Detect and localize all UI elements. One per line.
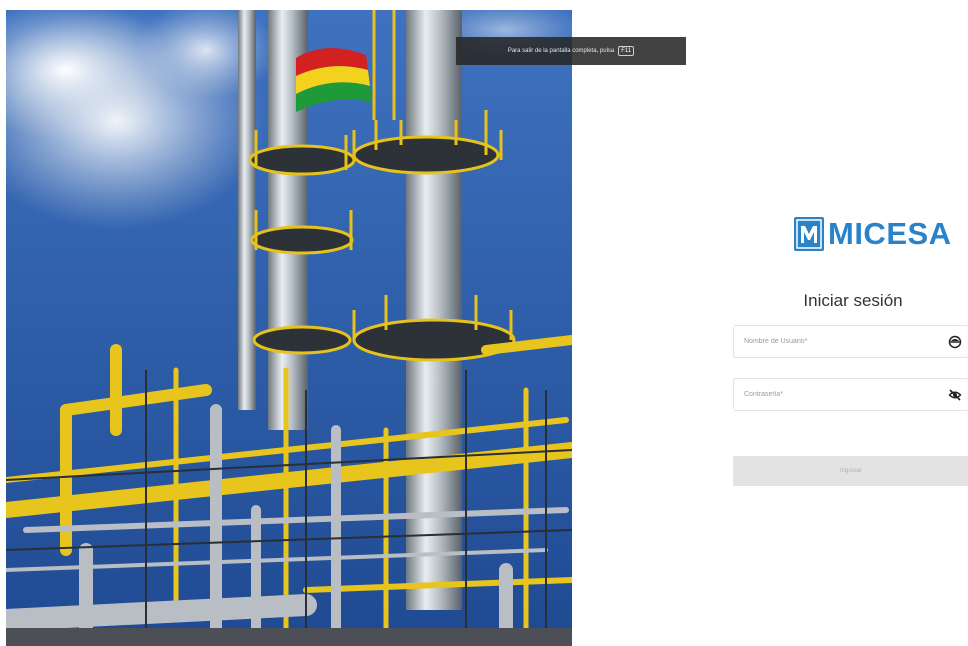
user-circle-icon [948,335,962,349]
username-input[interactable] [734,326,944,357]
f11-key-badge: F11 [618,46,635,56]
hero-image [6,10,572,646]
micesa-logo-icon [794,217,824,251]
login-panel: MICESA Iniciar sesión Ingresar [732,0,968,646]
login-submit-button[interactable]: Ingresar [733,456,968,486]
brand-logo: MICESA [794,216,952,252]
login-title: Iniciar sesión [803,291,903,310]
eye-slash-icon[interactable] [948,388,962,402]
fullscreen-notice-text: Para salir de la pantalla completa, puls… [507,48,615,54]
brand-name: MICESA [828,216,952,251]
password-input[interactable] [734,379,944,410]
username-field[interactable] [733,325,968,358]
fullscreen-notice: Para salir de la pantalla completa, puls… [456,37,686,65]
password-field[interactable] [733,378,968,411]
login-page: Para salir de la pantalla completa, puls… [0,0,968,646]
